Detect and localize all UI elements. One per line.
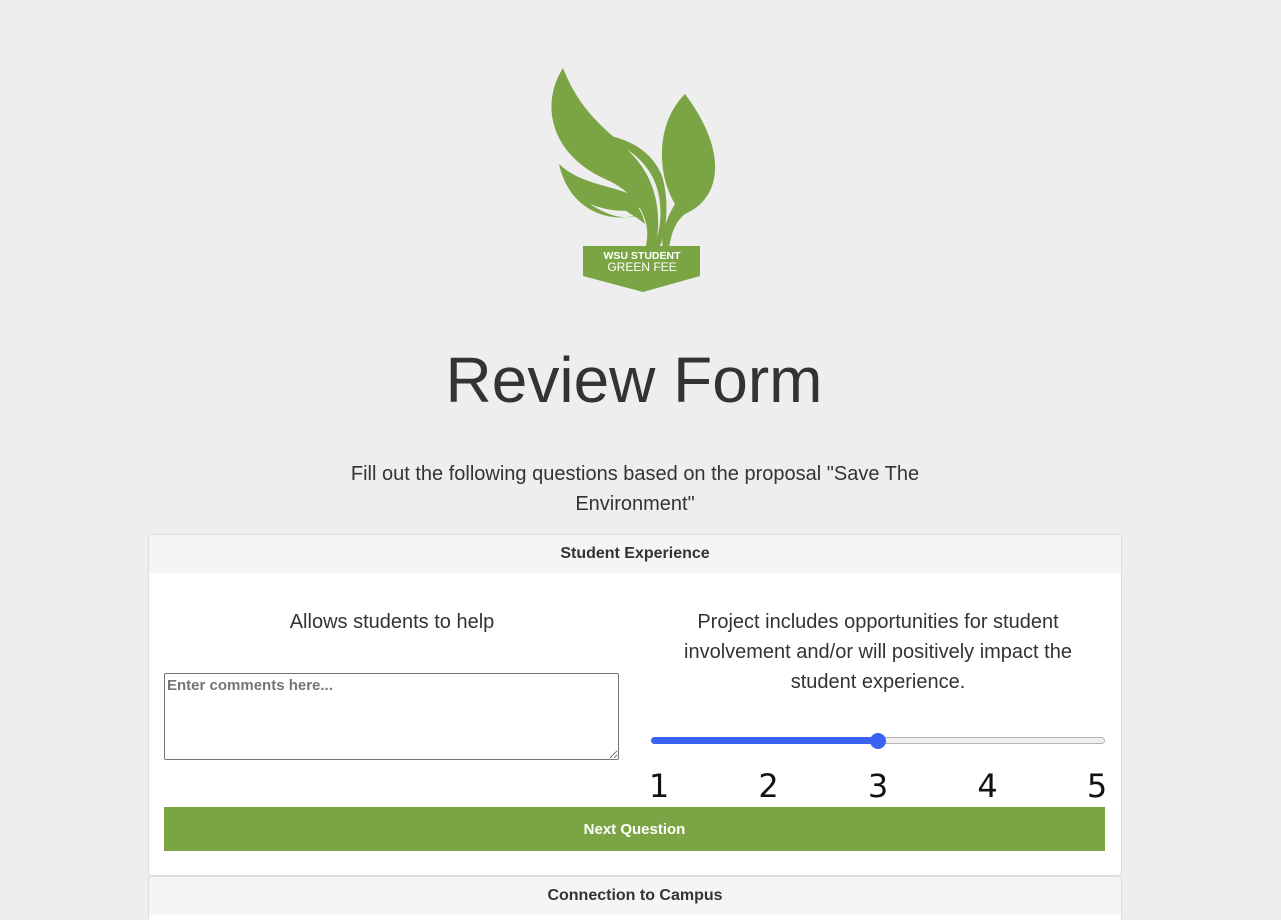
rating-label-5: 5 bbox=[1086, 767, 1108, 805]
green-fee-logo: WSU STUDENT GREEN FEE bbox=[551, 68, 716, 292]
comments-field[interactable] bbox=[164, 673, 619, 760]
rating-label-2: 2 bbox=[758, 767, 779, 805]
rating-label-4: 4 bbox=[977, 767, 998, 805]
logo-text-line2: GREEN FEE bbox=[607, 260, 676, 274]
intro-text: Fill out the following questions based o… bbox=[350, 463, 920, 515]
slider-thumb[interactable] bbox=[870, 733, 886, 749]
slider-fill bbox=[651, 737, 878, 744]
section-heading: Connection to Campus bbox=[149, 877, 1121, 915]
section-panel-student-experience: Student Experience Allows students to he… bbox=[148, 534, 1122, 876]
section-heading: Student Experience bbox=[149, 535, 1121, 573]
review-page: WSU STUDENT GREEN FEE Review Form Fill o… bbox=[0, 0, 1281, 920]
section-panel-connection-to-campus: Connection to Campus bbox=[148, 876, 1122, 920]
rating-label-3: 3 bbox=[867, 767, 889, 805]
rating-scale: 1 2 3 4 5 bbox=[649, 767, 1107, 807]
short-question: Allows students to help bbox=[289, 611, 495, 633]
long-question: Project includes opportunities for stude… bbox=[684, 611, 1072, 693]
rating-column: Project includes opportunities for stude… bbox=[649, 607, 1107, 805]
comments-column: Allows students to help bbox=[164, 607, 620, 760]
next-question-button[interactable]: Next Question bbox=[164, 807, 1105, 851]
rating-slider[interactable] bbox=[649, 733, 1107, 753]
page-title: Review Form bbox=[445, 344, 823, 416]
rating-label-1: 1 bbox=[648, 767, 670, 805]
